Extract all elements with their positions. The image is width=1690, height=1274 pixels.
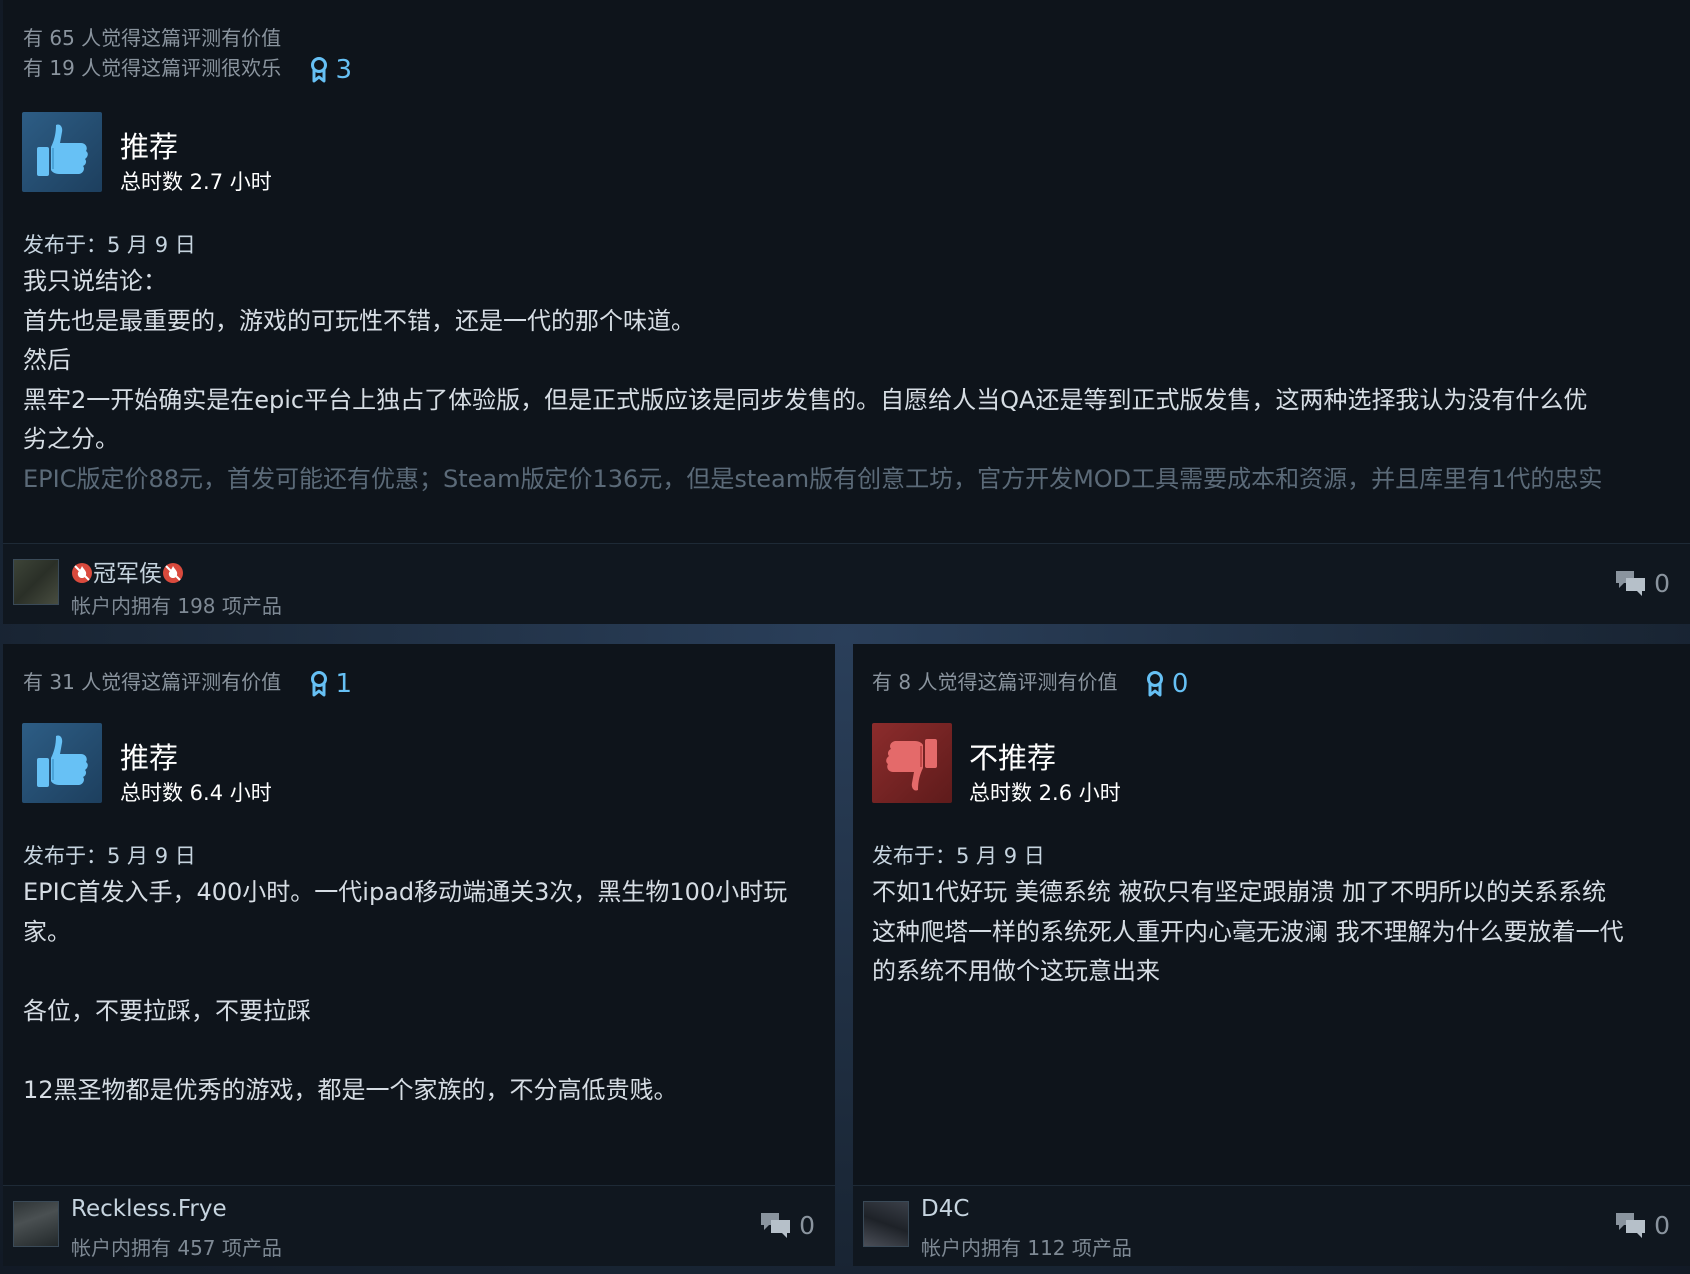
comment-count: 0 (799, 1210, 815, 1240)
comments-button[interactable]: 0 (1614, 568, 1670, 598)
review-footer: 冠军侯 帐户内拥有 198 项产品 0 (3, 543, 1690, 624)
author-name: 冠军侯 (93, 561, 162, 587)
review-line: 家。 (23, 917, 71, 946)
fire-emoji-icon (72, 563, 92, 583)
award-button[interactable]: 3 (310, 54, 353, 85)
posted-date: 发布于：5 月 9 日 (23, 844, 196, 868)
review-card: 有 31 人觉得这篇评测有价值 1 推荐 总时数 6.4 小时 发布于：5 月 … (3, 644, 835, 1266)
avatar[interactable] (13, 559, 59, 605)
review-line: 各位，不要拉踩，不要拉踩 (23, 996, 311, 1025)
review-body: EPIC首发入手，400小时。一代ipad移动端通关3次，黑生物100小时玩 家… (23, 873, 787, 1110)
author-name[interactable]: Reckless.Frye (71, 1196, 227, 1222)
funny-count: 有 19 人觉得这篇评测很欢乐 (23, 56, 282, 80)
products-owned: 帐户内拥有 198 项产品 (71, 594, 282, 618)
helpful-row: 有 31 人觉得这篇评测有价值 1 (23, 666, 352, 699)
review-footer: Reckless.Frye 帐户内拥有 457 项产品 0 (3, 1185, 835, 1266)
award-button[interactable]: 1 (310, 668, 353, 699)
comment-bubble-icon (761, 1213, 791, 1238)
helpful-count: 有 65 人觉得这篇评测有价值 (23, 26, 282, 50)
award-count: 1 (335, 668, 353, 699)
helpful-count: 有 31 人觉得这篇评测有价值 (23, 670, 282, 694)
comment-count: 0 (1654, 568, 1670, 598)
review-line: 黑牢2一开始确实是在epic平台上独占了体验版，但是正式版应该是同步发售的。自愿… (23, 385, 1588, 414)
review-line: 劣之分。 (23, 425, 119, 453)
award-count: 0 (1171, 668, 1189, 699)
award-count: 3 (335, 54, 353, 85)
posted-date: 发布于：5 月 9 日 (23, 233, 196, 257)
review-line: 我只说结论： (23, 267, 167, 295)
review-line: EPIC首发入手，400小时。一代ipad移动端通关3次，黑生物100小时玩 (23, 878, 788, 906)
products-owned: 帐户内拥有 457 项产品 (71, 1236, 282, 1260)
author-name[interactable]: D4C (921, 1196, 969, 1222)
comments-button[interactable]: 0 (1614, 1210, 1670, 1240)
review-line-blank (23, 952, 787, 992)
review-line: 的系统不用做个这玩意出来 (872, 957, 1160, 985)
fire-emoji-icon (163, 563, 183, 583)
award-icon (1146, 670, 1163, 696)
posted-date: 发布于：5 月 9 日 (872, 844, 1045, 868)
thumbs-down-icon (872, 723, 952, 803)
funny-count-row: 有 19 人觉得这篇评测很欢乐 3 (23, 52, 352, 85)
thumbs-up-icon (22, 723, 102, 803)
verdict-title: 不推荐 (969, 741, 1057, 775)
review-line: 首先也是最重要的，游戏的可玩性不错，还是一代的那个味道。 (23, 306, 695, 335)
helpful-count: 有 8 人觉得这篇评测有价值 (872, 670, 1118, 694)
author-name-row[interactable]: 冠军侯 (71, 554, 184, 588)
comment-count: 0 (1654, 1210, 1670, 1240)
review-line: 这种爬塔一样的系统死人重开内心毫无波澜 我不理解为什么要放着一代 (872, 917, 1624, 946)
verdict-title: 推荐 (120, 741, 179, 775)
playtime-hours: 总时数 2.7 小时 (120, 170, 272, 194)
review-footer: D4C 帐户内拥有 112 项产品 0 (853, 1185, 1690, 1266)
avatar[interactable] (863, 1201, 909, 1247)
comments-button[interactable]: 0 (759, 1210, 815, 1240)
award-button[interactable]: 0 (1146, 668, 1189, 699)
thumbs-up-icon (22, 112, 102, 192)
review-body: 不如1代好玩 美德系统 被砍只有坚定跟崩溃 加了不明所以的关系系统 这种爬塔一样… (872, 873, 1624, 992)
playtime-hours: 总时数 6.4 小时 (120, 781, 272, 805)
comment-bubble-icon (1616, 571, 1646, 596)
review-body: 我只说结论： 首先也是最重要的，游戏的可玩性不错，还是一代的那个味道。 然后 黑… (23, 262, 1602, 499)
playtime-hours: 总时数 2.6 小时 (969, 781, 1121, 805)
verdict-title: 推荐 (120, 130, 179, 164)
comment-bubble-icon (1616, 1213, 1646, 1238)
helpful-row: 有 8 人觉得这篇评测有价值 0 (872, 666, 1188, 699)
avatar[interactable] (13, 1201, 59, 1247)
products-owned: 帐户内拥有 112 项产品 (921, 1236, 1132, 1260)
review-line: 12黑圣物都是优秀的游戏，都是一个家族的，不分高低贵贱。 (23, 1075, 678, 1104)
review-card: 有 65 人觉得这篇评测有价值 有 19 人觉得这篇评测很欢乐 3 推荐 总时数… (3, 0, 1690, 624)
review-card: 有 8 人觉得这篇评测有价值 0 不推荐 总时数 2.6 小时 发布于：5 月 … (853, 644, 1690, 1266)
award-icon (310, 56, 327, 82)
review-line: 然后 (23, 346, 71, 374)
award-icon (310, 670, 327, 696)
review-line-blank (23, 1031, 787, 1071)
review-line: 不如1代好玩 美德系统 被砍只有坚定跟崩溃 加了不明所以的关系系统 (872, 878, 1607, 906)
fade-overlay (3, 492, 1690, 542)
